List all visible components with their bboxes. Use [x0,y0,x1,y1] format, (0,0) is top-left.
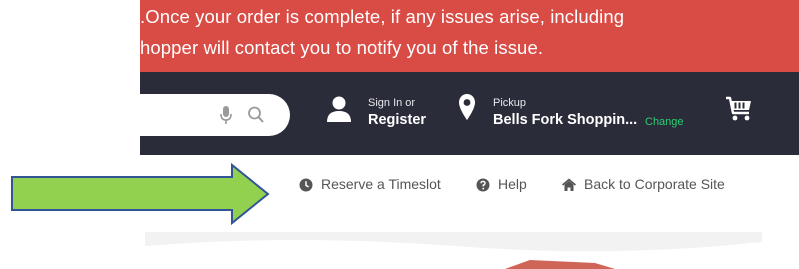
change-store-link[interactable]: Change [645,116,684,128]
back-to-corporate-label: Back to Corporate Site [584,176,725,192]
notice-banner: .Once your order is complete, if any iss… [140,0,799,72]
magnifier-icon[interactable] [247,105,265,125]
register-link[interactable]: Register [368,112,426,128]
pickup-label: Pickup [493,97,527,109]
shopping-cart-icon[interactable] [724,94,754,124]
microphone-icon[interactable] [219,105,233,125]
decorative-wave [145,240,762,269]
content-banner-area [145,232,762,269]
utility-links: Reserve a Timeslot Help Back to Corporat… [0,176,799,198]
search-input[interactable] [140,94,290,136]
banner-line-1: .Once your order is complete, if any iss… [140,6,625,27]
map-pin-icon [459,94,475,120]
question-circle-icon [476,178,490,192]
user-icon[interactable] [326,95,352,123]
help-label: Help [498,176,527,192]
site-header: Sign In or Register Pickup Bells Fork Sh… [140,72,799,155]
reserve-timeslot-label: Reserve a Timeslot [321,176,441,192]
home-icon [562,178,576,191]
pickup-store-name[interactable]: Bells Fork Shoppin... [493,112,637,128]
clock-icon [299,178,313,192]
sign-in-label[interactable]: Sign In or [368,97,415,109]
banner-line-2: hopper will contact you to notify you of… [140,37,544,58]
